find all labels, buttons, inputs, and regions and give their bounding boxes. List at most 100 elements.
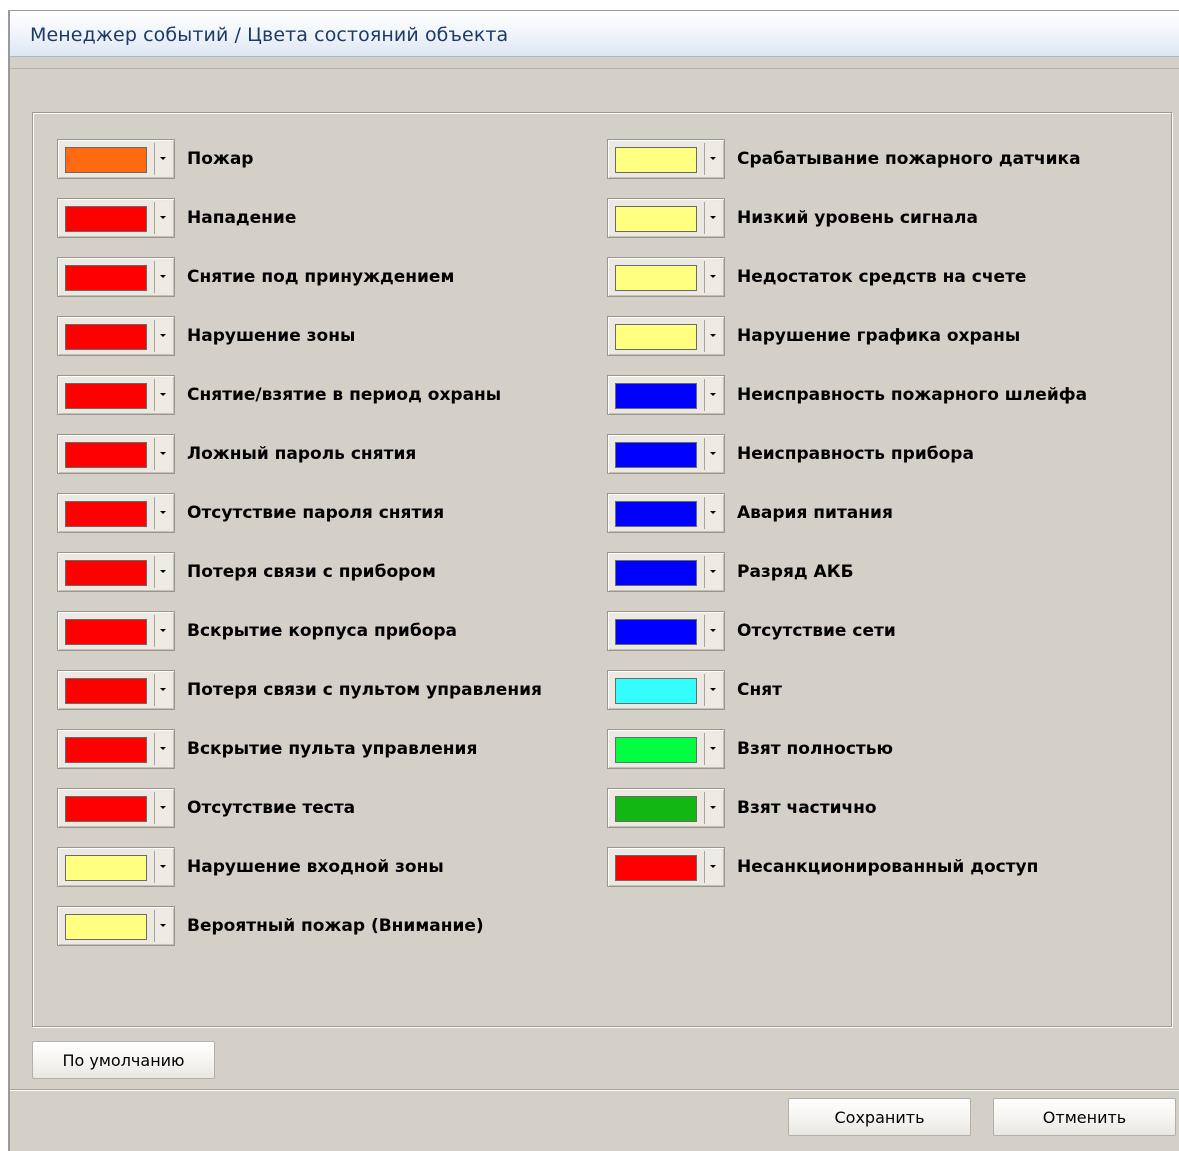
color-row-label: Вероятный пожар (Внимание): [187, 916, 484, 936]
chevron-down-icon: [160, 275, 166, 278]
dropdown-button[interactable]: [154, 792, 171, 824]
dropdown-button[interactable]: [704, 792, 721, 824]
chevron-down-icon: [160, 629, 166, 632]
color-picker[interactable]: [57, 729, 175, 769]
color-row-label: Отсутствие теста: [187, 798, 356, 818]
dropdown-button[interactable]: [154, 143, 171, 175]
color-row: Снятие/взятие в период охраны: [57, 375, 597, 415]
color-row-label: Снят: [737, 680, 782, 700]
save-button[interactable]: Сохранить: [788, 1098, 971, 1136]
color-row: Пожар: [57, 139, 597, 179]
dropdown-button[interactable]: [704, 556, 721, 588]
color-picker[interactable]: [57, 847, 175, 887]
chevron-down-icon: [160, 688, 166, 691]
dropdown-button[interactable]: [704, 733, 721, 765]
color-picker[interactable]: [607, 788, 725, 828]
window-title: Менеджер событий / Цвета состояний объек…: [30, 24, 509, 46]
color-row-label: Нападение: [187, 208, 297, 228]
dropdown-button[interactable]: [154, 497, 171, 529]
chevron-down-icon: [710, 393, 716, 396]
color-picker[interactable]: [607, 257, 725, 297]
dropdown-button[interactable]: [154, 261, 171, 293]
color-swatch: [65, 501, 147, 527]
dropdown-button[interactable]: [154, 733, 171, 765]
dropdown-button[interactable]: [154, 910, 171, 942]
color-row-label: Разряд АКБ: [737, 562, 854, 582]
dropdown-button[interactable]: [704, 202, 721, 234]
dropdown-button[interactable]: [154, 615, 171, 647]
dropdown-button[interactable]: [154, 851, 171, 883]
color-picker[interactable]: [607, 611, 725, 651]
chevron-down-icon: [710, 216, 716, 219]
dropdown-button[interactable]: [704, 497, 721, 529]
dropdown-button[interactable]: [704, 851, 721, 883]
color-row-label: Взят полностью: [737, 739, 894, 759]
chevron-down-icon: [160, 865, 166, 868]
chevron-down-icon: [160, 334, 166, 337]
color-swatch: [65, 796, 147, 822]
color-picker[interactable]: [57, 198, 175, 238]
color-row-label: Срабатывание пожарного датчика: [737, 149, 1081, 169]
color-row-label: Низкий уровень сигнала: [737, 208, 978, 228]
cancel-button[interactable]: Отменить: [993, 1098, 1176, 1136]
color-picker[interactable]: [607, 552, 725, 592]
color-row: Нарушение графика охраны: [607, 316, 1147, 356]
color-picker[interactable]: [607, 493, 725, 533]
dropdown-button[interactable]: [704, 320, 721, 352]
dropdown-button[interactable]: [154, 556, 171, 588]
color-row: Потеря связи с пультом управления: [57, 670, 597, 710]
chevron-down-icon: [160, 924, 166, 927]
color-picker[interactable]: [57, 434, 175, 474]
dropdown-button[interactable]: [704, 379, 721, 411]
color-picker[interactable]: [607, 139, 725, 179]
color-swatch: [65, 147, 147, 173]
color-picker[interactable]: [607, 375, 725, 415]
color-swatch: [65, 560, 147, 586]
dropdown-button[interactable]: [704, 143, 721, 175]
dropdown-button[interactable]: [704, 674, 721, 706]
color-swatch: [65, 324, 147, 350]
dropdown-button[interactable]: [154, 320, 171, 352]
color-picker[interactable]: [57, 670, 175, 710]
color-picker[interactable]: [57, 552, 175, 592]
color-picker[interactable]: [607, 316, 725, 356]
dropdown-button[interactable]: [154, 438, 171, 470]
dropdown-button[interactable]: [704, 615, 721, 647]
color-picker[interactable]: [607, 198, 725, 238]
color-swatch: [615, 324, 697, 350]
color-row-label: Неисправность прибора: [737, 444, 974, 464]
color-picker[interactable]: [57, 611, 175, 651]
color-picker[interactable]: [57, 493, 175, 533]
dropdown-button[interactable]: [704, 261, 721, 293]
color-row: Нападение: [57, 198, 597, 238]
color-row: Срабатывание пожарного датчика: [607, 139, 1147, 179]
color-picker[interactable]: [607, 434, 725, 474]
color-row-label: Снятие под принуждением: [187, 267, 455, 287]
color-row-label: Потеря связи с пультом управления: [187, 680, 542, 700]
color-picker[interactable]: [607, 729, 725, 769]
color-picker[interactable]: [57, 257, 175, 297]
color-picker[interactable]: [607, 670, 725, 710]
color-picker[interactable]: [57, 788, 175, 828]
color-swatch: [65, 737, 147, 763]
chevron-down-icon: [710, 688, 716, 691]
dropdown-button[interactable]: [154, 202, 171, 234]
color-picker[interactable]: [57, 139, 175, 179]
color-swatch: [65, 619, 147, 645]
dropdown-button[interactable]: [154, 674, 171, 706]
default-button[interactable]: По умолчанию: [32, 1041, 215, 1079]
color-picker[interactable]: [57, 375, 175, 415]
color-picker[interactable]: [57, 316, 175, 356]
chevron-down-icon: [160, 511, 166, 514]
dropdown-button[interactable]: [704, 438, 721, 470]
color-swatch: [65, 265, 147, 291]
color-row-label: Ложный пароль снятия: [187, 444, 417, 464]
chevron-down-icon: [160, 570, 166, 573]
color-picker[interactable]: [607, 847, 725, 887]
chevron-down-icon: [710, 275, 716, 278]
chevron-down-icon: [710, 511, 716, 514]
color-picker[interactable]: [57, 906, 175, 946]
dropdown-button[interactable]: [154, 379, 171, 411]
color-swatch: [615, 796, 697, 822]
color-swatch: [65, 678, 147, 704]
